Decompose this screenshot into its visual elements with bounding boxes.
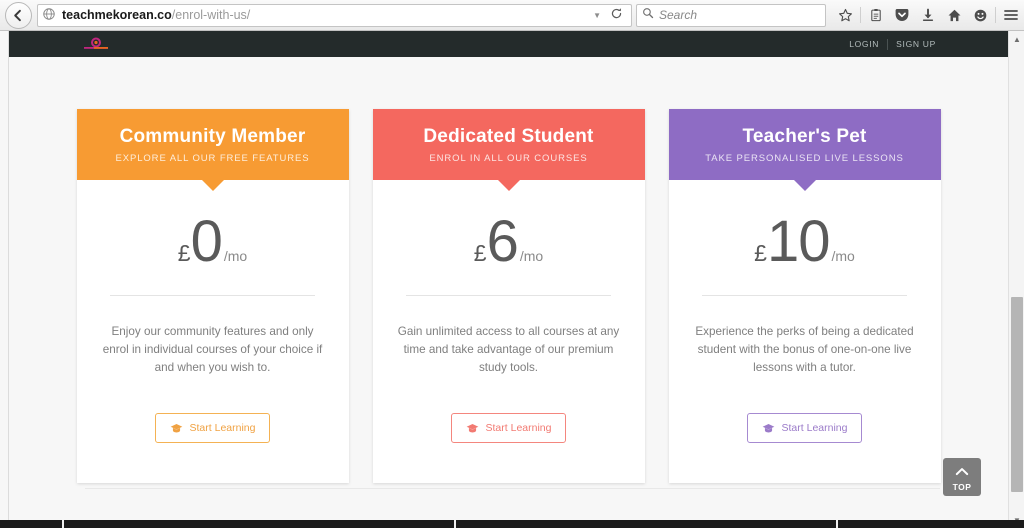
graduation-cap-icon bbox=[762, 423, 775, 434]
start-learning-label: Start Learning bbox=[781, 422, 848, 435]
taskbar-segment bbox=[456, 520, 836, 528]
page-scrollbar[interactable]: ▲ ▼ bbox=[1008, 31, 1024, 528]
card-title: Community Member bbox=[119, 126, 306, 147]
menu-hamburger-icon[interactable] bbox=[998, 2, 1024, 28]
card-subtitle: EXPLORE ALL OUR FREE FEATURES bbox=[115, 152, 310, 164]
price-amount: 10 bbox=[766, 208, 831, 274]
card-description: Experience the perks of being a dedicate… bbox=[695, 324, 914, 375]
card-divider bbox=[702, 294, 907, 296]
price-currency: £ bbox=[754, 239, 767, 266]
url-host: teachmekorean.co bbox=[62, 8, 172, 22]
price-period: /mo bbox=[831, 247, 855, 264]
card-subtitle: TAKE PERSONALISED LIVE LESSONS bbox=[705, 152, 904, 164]
back-button[interactable] bbox=[5, 1, 32, 29]
card-subtitle: ENROL IN ALL OUR COURSES bbox=[429, 152, 588, 164]
card-header-notch bbox=[793, 179, 816, 191]
teach-me-korean-logo[interactable] bbox=[79, 36, 113, 53]
taskbar-segment bbox=[838, 520, 1024, 528]
card-divider bbox=[406, 294, 611, 296]
back-arrow-icon bbox=[11, 8, 26, 23]
scrollbar-up-arrow[interactable]: ▲ bbox=[1009, 31, 1024, 47]
desktop-taskbar bbox=[0, 520, 1024, 528]
taskbar-segment bbox=[0, 520, 62, 528]
toolbar-separator bbox=[995, 7, 996, 23]
start-learning-label: Start Learning bbox=[189, 422, 256, 435]
scrollbar-thumb[interactable] bbox=[1011, 297, 1023, 492]
sync-account-icon[interactable] bbox=[967, 2, 993, 28]
card-title: Dedicated Student bbox=[423, 126, 594, 147]
start-learning-button[interactable]: Start Learning bbox=[450, 413, 567, 444]
card-title: Teacher's Pet bbox=[742, 126, 867, 147]
browser-toolbar-icons bbox=[832, 2, 1024, 28]
nav-auth-links: LOGIN SIGN UP bbox=[841, 38, 996, 50]
url-path: /enrol-with-us/ bbox=[171, 8, 251, 22]
card-header: Dedicated Student ENROL IN ALL OUR COURS… bbox=[372, 109, 645, 191]
page-content: LOGIN SIGN UP Community Member EXPLORE A… bbox=[8, 31, 1008, 528]
toolbar-separator bbox=[860, 7, 861, 23]
pricing-card-dedicated-student: Dedicated Student ENROL IN ALL OUR COURS… bbox=[372, 109, 645, 483]
scroll-to-top-button[interactable]: TOP bbox=[943, 458, 981, 496]
graduation-cap-icon bbox=[170, 423, 183, 434]
url-dropdown-icon[interactable]: ▼ bbox=[588, 11, 606, 20]
login-link[interactable]: LOGIN bbox=[841, 39, 887, 49]
home-icon[interactable] bbox=[941, 2, 967, 28]
search-input[interactable]: Search bbox=[659, 8, 697, 22]
price-amount: 0 bbox=[190, 208, 223, 274]
signup-link[interactable]: SIGN UP bbox=[888, 39, 944, 49]
url-bar[interactable]: teachmekorean.co/enrol-with-us/ ▼ bbox=[37, 3, 632, 27]
pricing-card-community-member: Community Member EXPLORE ALL OUR FREE FE… bbox=[76, 109, 349, 483]
taskbar-segment bbox=[64, 520, 454, 528]
chevron-up-icon bbox=[955, 463, 969, 481]
pricing-cards-row: Community Member EXPLORE ALL OUR FREE FE… bbox=[9, 57, 1008, 483]
card-header: Community Member EXPLORE ALL OUR FREE FE… bbox=[76, 109, 349, 191]
start-learning-button[interactable]: Start Learning bbox=[746, 413, 863, 444]
price-period: /mo bbox=[223, 247, 248, 264]
card-description: Enjoy our community features and only en… bbox=[102, 324, 323, 375]
page-viewport: LOGIN SIGN UP Community Member EXPLORE A… bbox=[0, 31, 1024, 528]
card-price: £ 6 /mo bbox=[473, 208, 544, 274]
downloads-icon[interactable] bbox=[915, 2, 941, 28]
card-price: £ 0 /mo bbox=[177, 208, 248, 274]
card-header: Teacher's Pet TAKE PERSONALISED LIVE LES… bbox=[668, 109, 941, 191]
reader-view-icon[interactable] bbox=[863, 2, 889, 28]
search-bar[interactable]: Search bbox=[636, 3, 826, 27]
card-divider bbox=[110, 294, 315, 296]
pricing-card-teachers-pet: Teacher's Pet TAKE PERSONALISED LIVE LES… bbox=[668, 109, 941, 483]
price-currency: £ bbox=[177, 239, 191, 266]
start-learning-label: Start Learning bbox=[485, 422, 552, 435]
graduation-cap-icon bbox=[466, 423, 479, 434]
pocket-icon[interactable] bbox=[889, 2, 915, 28]
section-divider bbox=[85, 488, 940, 489]
price-amount: 6 bbox=[486, 208, 519, 274]
scroll-to-top-label: TOP bbox=[952, 481, 972, 492]
card-header-notch bbox=[497, 179, 520, 191]
start-learning-button[interactable]: Start Learning bbox=[154, 413, 271, 444]
reload-icon[interactable] bbox=[606, 7, 627, 23]
card-price: £ 10 /mo bbox=[754, 208, 855, 274]
card-description: Gain unlimited access to all courses at … bbox=[397, 324, 620, 375]
search-icon bbox=[642, 6, 654, 24]
bookmark-star-icon[interactable] bbox=[832, 2, 858, 28]
site-navbar: LOGIN SIGN UP bbox=[9, 31, 1008, 57]
price-currency: £ bbox=[473, 239, 487, 266]
globe-icon[interactable] bbox=[42, 7, 58, 23]
url-text: teachmekorean.co/enrol-with-us/ bbox=[62, 8, 588, 22]
price-period: /mo bbox=[519, 247, 544, 264]
card-header-notch bbox=[201, 179, 224, 191]
browser-toolbar: teachmekorean.co/enrol-with-us/ ▼ Search bbox=[0, 0, 1024, 31]
